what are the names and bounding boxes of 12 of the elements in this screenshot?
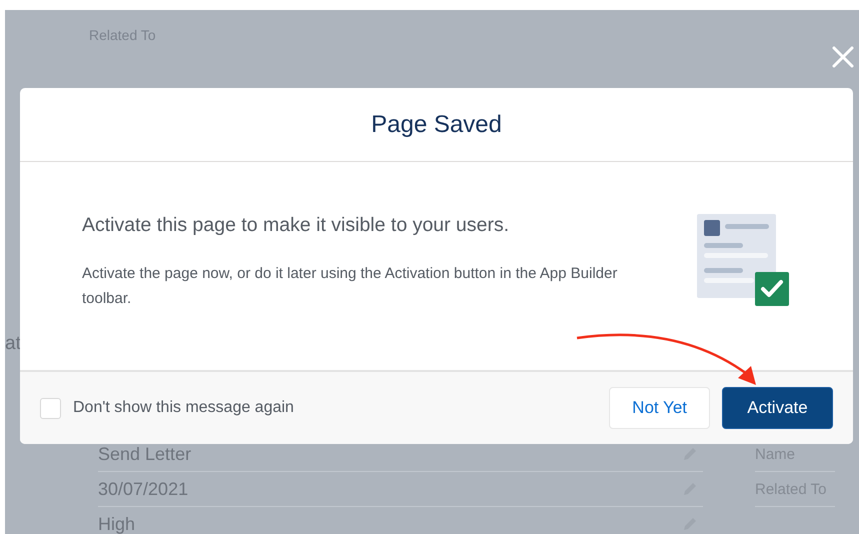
field-value: Send Letter: [98, 444, 192, 464]
modal-title: Page Saved: [371, 110, 502, 138]
field-value: 30/07/2021: [98, 478, 188, 500]
close-icon[interactable]: [832, 46, 854, 68]
field-label: at: [5, 333, 21, 354]
modal-description: Activate the page now, or do it later using the Activation button in the App Builder toolbar.: [82, 264, 618, 309]
checkbox[interactable]: [40, 398, 61, 418]
checkbox-label: Don't show this message again: [73, 399, 294, 417]
activate-button[interactable]: Activate: [722, 387, 833, 429]
dismiss-button[interactable]: Not Yet: [609, 387, 710, 429]
field-value: High: [98, 514, 136, 534]
modal-heading: Activate this page to make it visible to your users.: [82, 214, 510, 237]
